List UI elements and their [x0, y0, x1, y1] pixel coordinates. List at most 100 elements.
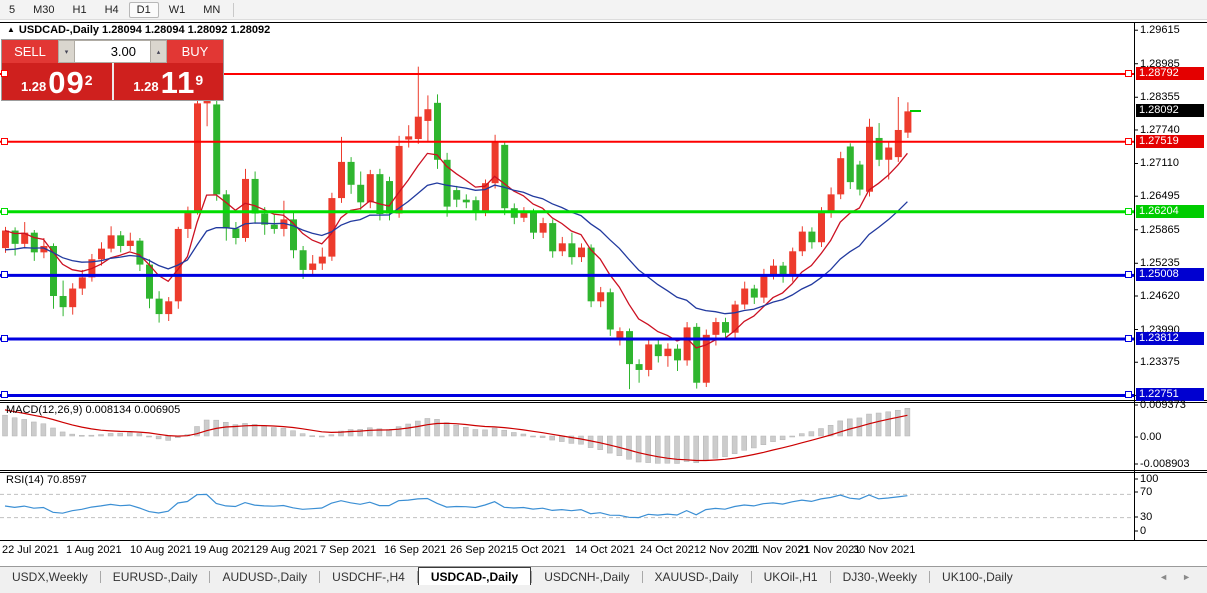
- sell-price-base: 1.28: [21, 77, 46, 97]
- candle-body: [79, 277, 86, 288]
- line-handle[interactable]: [1125, 271, 1132, 278]
- sell-price-main: 09: [48, 69, 84, 97]
- macd-histogram-bar: [22, 419, 27, 436]
- candle-body: [799, 232, 806, 252]
- rsi-label: RSI(14) 70.8597: [6, 474, 87, 486]
- tab-scroll-right-icon[interactable]: ►: [1182, 572, 1191, 582]
- tab-eurusd-daily[interactable]: EURUSD-,Daily: [101, 567, 210, 586]
- macd-histogram-bar: [819, 429, 824, 436]
- macd-histogram-bar: [617, 436, 622, 456]
- line-handle[interactable]: [1125, 208, 1132, 215]
- line-handle[interactable]: [1, 335, 8, 342]
- candle-body: [540, 223, 547, 233]
- macd-histogram-bar: [300, 434, 305, 436]
- candle-body: [645, 344, 652, 370]
- price-axis-label: 1.28355: [1140, 91, 1180, 103]
- macd-histogram-bar: [89, 435, 94, 436]
- line-handle[interactable]: [1125, 391, 1132, 398]
- macd-histogram-bar: [204, 420, 209, 436]
- macd-histogram-bar: [559, 436, 564, 442]
- line-handle[interactable]: [1125, 70, 1132, 77]
- candle-body: [722, 322, 729, 333]
- line-handle[interactable]: [1125, 335, 1132, 342]
- buy-button[interactable]: BUY: [167, 40, 223, 63]
- buy-price[interactable]: 1.28 11 9: [114, 63, 224, 100]
- macd-histogram-bar: [502, 430, 507, 436]
- candle-body: [117, 235, 124, 246]
- macd-histogram-bar: [60, 432, 65, 436]
- tab-dj30-weekly[interactable]: DJ30-,Weekly: [831, 567, 929, 586]
- tab-usdx-weekly[interactable]: USDX,Weekly: [0, 567, 100, 586]
- volume-up-spinner[interactable]: ▴: [150, 40, 167, 63]
- candle-body: [655, 344, 662, 356]
- candle-body: [703, 335, 710, 383]
- macd-histogram-bar: [108, 433, 113, 436]
- tab-usdcad-daily[interactable]: USDCAD-,Daily: [418, 567, 531, 586]
- price-axis-label: 1.23375: [1140, 356, 1180, 368]
- price-tag: 1.26204: [1136, 205, 1204, 218]
- tab-audusd-daily[interactable]: AUDUSD-,Daily: [210, 567, 319, 586]
- sell-price-pip: 2: [85, 65, 93, 95]
- macd-histogram-bar: [867, 414, 872, 436]
- macd-histogram-bar: [3, 415, 8, 436]
- price-axis-label: 1.29615: [1140, 24, 1180, 36]
- candle-body: [693, 327, 700, 383]
- candle-body: [760, 274, 767, 297]
- macd-histogram-bar: [838, 421, 843, 436]
- macd-histogram-bar: [636, 436, 641, 462]
- collapse-icon[interactable]: ▲: [7, 25, 15, 34]
- sell-button[interactable]: SELL: [2, 40, 58, 63]
- macd-axis-label: 0.00: [1140, 431, 1161, 443]
- sell-price[interactable]: 1.28 09 2: [2, 63, 114, 100]
- buy-price-main: 11: [161, 69, 196, 97]
- candle-body: [69, 289, 76, 308]
- candle-body: [626, 331, 633, 364]
- macd-histogram-bar: [271, 428, 276, 436]
- candle-body: [146, 265, 153, 299]
- line-handle[interactable]: [1, 70, 8, 77]
- macd-histogram-bar: [223, 422, 228, 436]
- candle-body: [818, 212, 825, 242]
- candle-body: [184, 211, 191, 229]
- volume-input[interactable]: 3.00: [75, 40, 150, 63]
- tab-scroll-left-icon[interactable]: ◄: [1159, 572, 1168, 582]
- price-tag: 1.27519: [1136, 135, 1204, 148]
- price-tag: 1.25008: [1136, 268, 1204, 281]
- chart-title-text: USDCAD-,Daily 1.28094 1.28094 1.28092 1.…: [19, 24, 270, 36]
- date-axis-label: 5 Oct 2021: [512, 544, 566, 556]
- macd-histogram-bar: [252, 424, 257, 436]
- macd-histogram-bar: [771, 436, 776, 442]
- macd-histogram-bar: [12, 418, 17, 436]
- candle-body: [501, 145, 508, 208]
- macd-histogram-bar: [886, 412, 891, 436]
- candle-body: [165, 301, 172, 314]
- tab-usdchf-h4[interactable]: USDCHF-,H4: [320, 567, 417, 586]
- candle-body: [674, 349, 681, 361]
- line-handle[interactable]: [1, 271, 8, 278]
- line-handle[interactable]: [1, 391, 8, 398]
- macd-histogram-bar: [732, 436, 737, 454]
- line-handle[interactable]: [1125, 138, 1132, 145]
- candle-body: [664, 349, 671, 356]
- macd-histogram-bar: [329, 435, 334, 436]
- tab-uk100-daily[interactable]: UK100-,Daily: [930, 567, 1025, 586]
- macd-histogram-bar: [51, 428, 56, 436]
- tab-xauusd-daily[interactable]: XAUUSD-,Daily: [643, 567, 751, 586]
- macd-histogram-bar: [310, 436, 315, 437]
- line-handle[interactable]: [1, 138, 8, 145]
- candle-body: [520, 212, 527, 217]
- candle-body: [559, 243, 566, 251]
- tab-ukoil-h1[interactable]: UKOil-,H1: [752, 567, 830, 586]
- volume-down-spinner[interactable]: ▾: [58, 40, 75, 63]
- macd-histogram-bar: [847, 419, 852, 436]
- macd-histogram-bar: [319, 436, 324, 437]
- rsi-axis-label: 0: [1140, 525, 1146, 537]
- date-axis-label: 7 Sep 2021: [320, 544, 376, 556]
- line-handle[interactable]: [1, 208, 8, 215]
- macd-histogram-bar: [463, 427, 468, 436]
- tab-usdcnh-daily[interactable]: USDCNH-,Daily: [532, 567, 641, 586]
- candle-body: [847, 146, 854, 182]
- candle-body: [453, 190, 460, 200]
- candle-body: [904, 111, 911, 132]
- candle-body: [60, 296, 67, 307]
